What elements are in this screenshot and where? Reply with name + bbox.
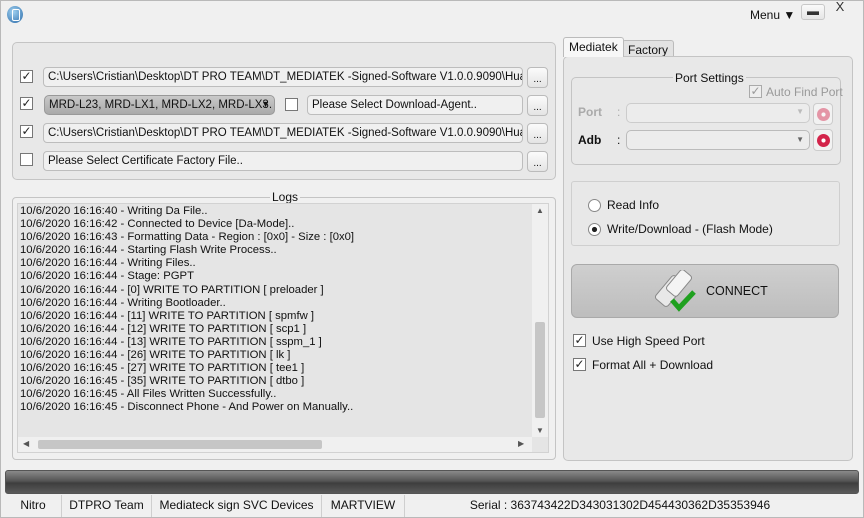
connect-button[interactable]: CONNECT bbox=[571, 264, 839, 318]
model-select-value: MRD-L23, MRD-LX1, MRD-LX2, MRD-LX3. bbox=[49, 99, 273, 111]
port-colon: : bbox=[617, 105, 621, 119]
tab-mediatek[interactable]: Mediatek bbox=[563, 37, 624, 57]
log-line: 10/6/2020 16:16:45 - All Files Written S… bbox=[20, 388, 277, 401]
scroll-right-icon[interactable]: ▶ bbox=[518, 439, 524, 448]
log-line: 10/6/2020 16:16:44 - [13] WRITE TO PARTI… bbox=[20, 335, 322, 348]
adb-label: Adb bbox=[578, 133, 602, 147]
log-line: 10/6/2020 16:16:45 - [35] WRITE TO PARTI… bbox=[20, 375, 305, 388]
adb-refresh-button[interactable] bbox=[813, 129, 833, 151]
format-all-checkbox[interactable]: ✓ bbox=[573, 358, 586, 371]
download-agent-field[interactable]: Please Select Download-Agent.. bbox=[307, 95, 523, 115]
log-line: 10/6/2020 16:16:44 - Writing Bootloader.… bbox=[20, 296, 226, 309]
status-nitro: Nitro bbox=[5, 495, 62, 517]
certificate-checkbox[interactable] bbox=[20, 153, 33, 166]
logs-vertical-scrollbar[interactable]: ▲ ▼ bbox=[532, 204, 548, 437]
port-select[interactable]: ▼ bbox=[626, 103, 810, 123]
port-refresh-button[interactable] bbox=[813, 103, 833, 125]
auto-find-port-label: Auto Find Port bbox=[766, 85, 843, 99]
download-agent-checkbox[interactable] bbox=[285, 98, 298, 111]
scroll-left-icon[interactable]: ◀ bbox=[23, 439, 29, 448]
log-line: 10/6/2020 16:16:44 - Starting Flash Writ… bbox=[20, 244, 277, 257]
model-checkbox[interactable]: ✓ bbox=[20, 97, 33, 110]
model-select[interactable]: MRD-L23, MRD-LX1, MRD-LX2, MRD-LX3. ▼ bbox=[44, 95, 275, 115]
menu-button[interactable]: Menu ▼ bbox=[750, 8, 795, 22]
chevron-down-icon: ▼ bbox=[796, 135, 804, 144]
progress-bar bbox=[5, 470, 859, 494]
log-line: 10/6/2020 16:16:40 - Writing Da File.. bbox=[20, 205, 208, 217]
log-line: 10/6/2020 16:16:44 - [12] WRITE TO PARTI… bbox=[20, 322, 307, 335]
write-download-label: Write/Download - (Flash Mode) bbox=[607, 222, 773, 236]
high-speed-port-checkbox[interactable]: ✓ bbox=[573, 334, 586, 347]
status-team: DTPRO Team bbox=[62, 495, 152, 517]
read-info-label: Read Info bbox=[607, 198, 660, 212]
port-settings-title: Port Settings bbox=[673, 71, 746, 85]
connect-label: CONNECT bbox=[706, 284, 768, 298]
format-all-label: Format All + Download bbox=[592, 358, 714, 372]
log-line: 10/6/2020 16:16:42 - Connected to Device… bbox=[20, 218, 295, 231]
port-label: Port bbox=[578, 105, 602, 119]
download-agent-browse-button[interactable]: ... bbox=[527, 95, 548, 116]
refresh-port-icon bbox=[817, 108, 830, 121]
status-devices: Mediateck sign SVC Devices bbox=[152, 495, 322, 517]
logs-area[interactable]: 10/6/2020 16:16:40 - Writing Da File.. 10… bbox=[17, 203, 549, 453]
log-line: 10/6/2020 16:16:45 - Disconnect Phone - … bbox=[20, 401, 354, 414]
refresh-adb-icon bbox=[817, 134, 830, 147]
read-info-radio[interactable] bbox=[588, 199, 601, 212]
log-line: 10/6/2020 16:16:44 - [26] WRITE TO PARTI… bbox=[20, 349, 291, 362]
scatter-checkbox[interactable]: ✓ bbox=[20, 125, 33, 138]
firmware-browse-button[interactable]: ... bbox=[527, 67, 548, 88]
scroll-down-icon[interactable]: ▼ bbox=[536, 426, 544, 435]
log-list: 10/6/2020 16:16:40 - Writing Da File.. 10… bbox=[18, 204, 548, 415]
chevron-down-icon: ▼ bbox=[796, 107, 804, 116]
log-line: 10/6/2020 16:16:44 - Writing Files.. bbox=[20, 257, 196, 270]
log-line: 10/6/2020 16:16:45 - [27] WRITE TO PARTI… bbox=[20, 362, 305, 375]
log-line: 10/6/2020 16:16:44 - [0] WRITE TO PARTIT… bbox=[20, 283, 324, 296]
log-line: 10/6/2020 16:16:44 - [11] WRITE TO PARTI… bbox=[20, 309, 315, 322]
minimize-button[interactable]: ▬ bbox=[801, 4, 825, 20]
firmware-path-field[interactable]: C:\Users\Cristian\Desktop\DT PRO TEAM\DT… bbox=[43, 67, 523, 87]
adb-colon: : bbox=[617, 133, 621, 147]
certificate-field[interactable]: Please Select Certificate Factory File.. bbox=[43, 151, 523, 171]
adb-select[interactable]: ▼ bbox=[626, 130, 810, 150]
status-martview: MARTVIEW bbox=[322, 495, 405, 517]
auto-find-port-checkbox[interactable]: ✓ bbox=[749, 85, 762, 98]
status-serial: Serial : 363743422D343031302D454430362D3… bbox=[469, 498, 771, 512]
firmware-checkbox[interactable]: ✓ bbox=[20, 70, 33, 83]
logs-horizontal-scrollbar[interactable]: ◀ ▶ bbox=[18, 437, 532, 452]
logs-title: Logs bbox=[270, 190, 301, 204]
phone-connect-icon bbox=[654, 270, 696, 312]
close-button[interactable]: X bbox=[828, 0, 852, 16]
certificate-browse-button[interactable]: ... bbox=[527, 151, 548, 172]
log-line: 10/6/2020 16:16:43 - Formatting Data - R… bbox=[20, 231, 355, 244]
scatter-browse-button[interactable]: ... bbox=[527, 123, 548, 144]
write-download-radio[interactable] bbox=[588, 223, 601, 236]
vertical-scroll-thumb[interactable] bbox=[535, 322, 545, 418]
scatter-path-field[interactable]: C:\Users\Cristian\Desktop\DT PRO TEAM\DT… bbox=[43, 123, 523, 143]
scroll-up-icon[interactable]: ▲ bbox=[536, 206, 544, 215]
mode-group bbox=[571, 181, 840, 246]
horizontal-scroll-thumb[interactable] bbox=[38, 440, 322, 449]
log-line: 10/6/2020 16:16:44 - Stage: PGPT bbox=[20, 270, 194, 283]
app-phone-icon bbox=[7, 6, 23, 23]
chevron-down-icon: ▼ bbox=[261, 99, 270, 109]
high-speed-port-label: Use High Speed Port bbox=[592, 334, 705, 348]
